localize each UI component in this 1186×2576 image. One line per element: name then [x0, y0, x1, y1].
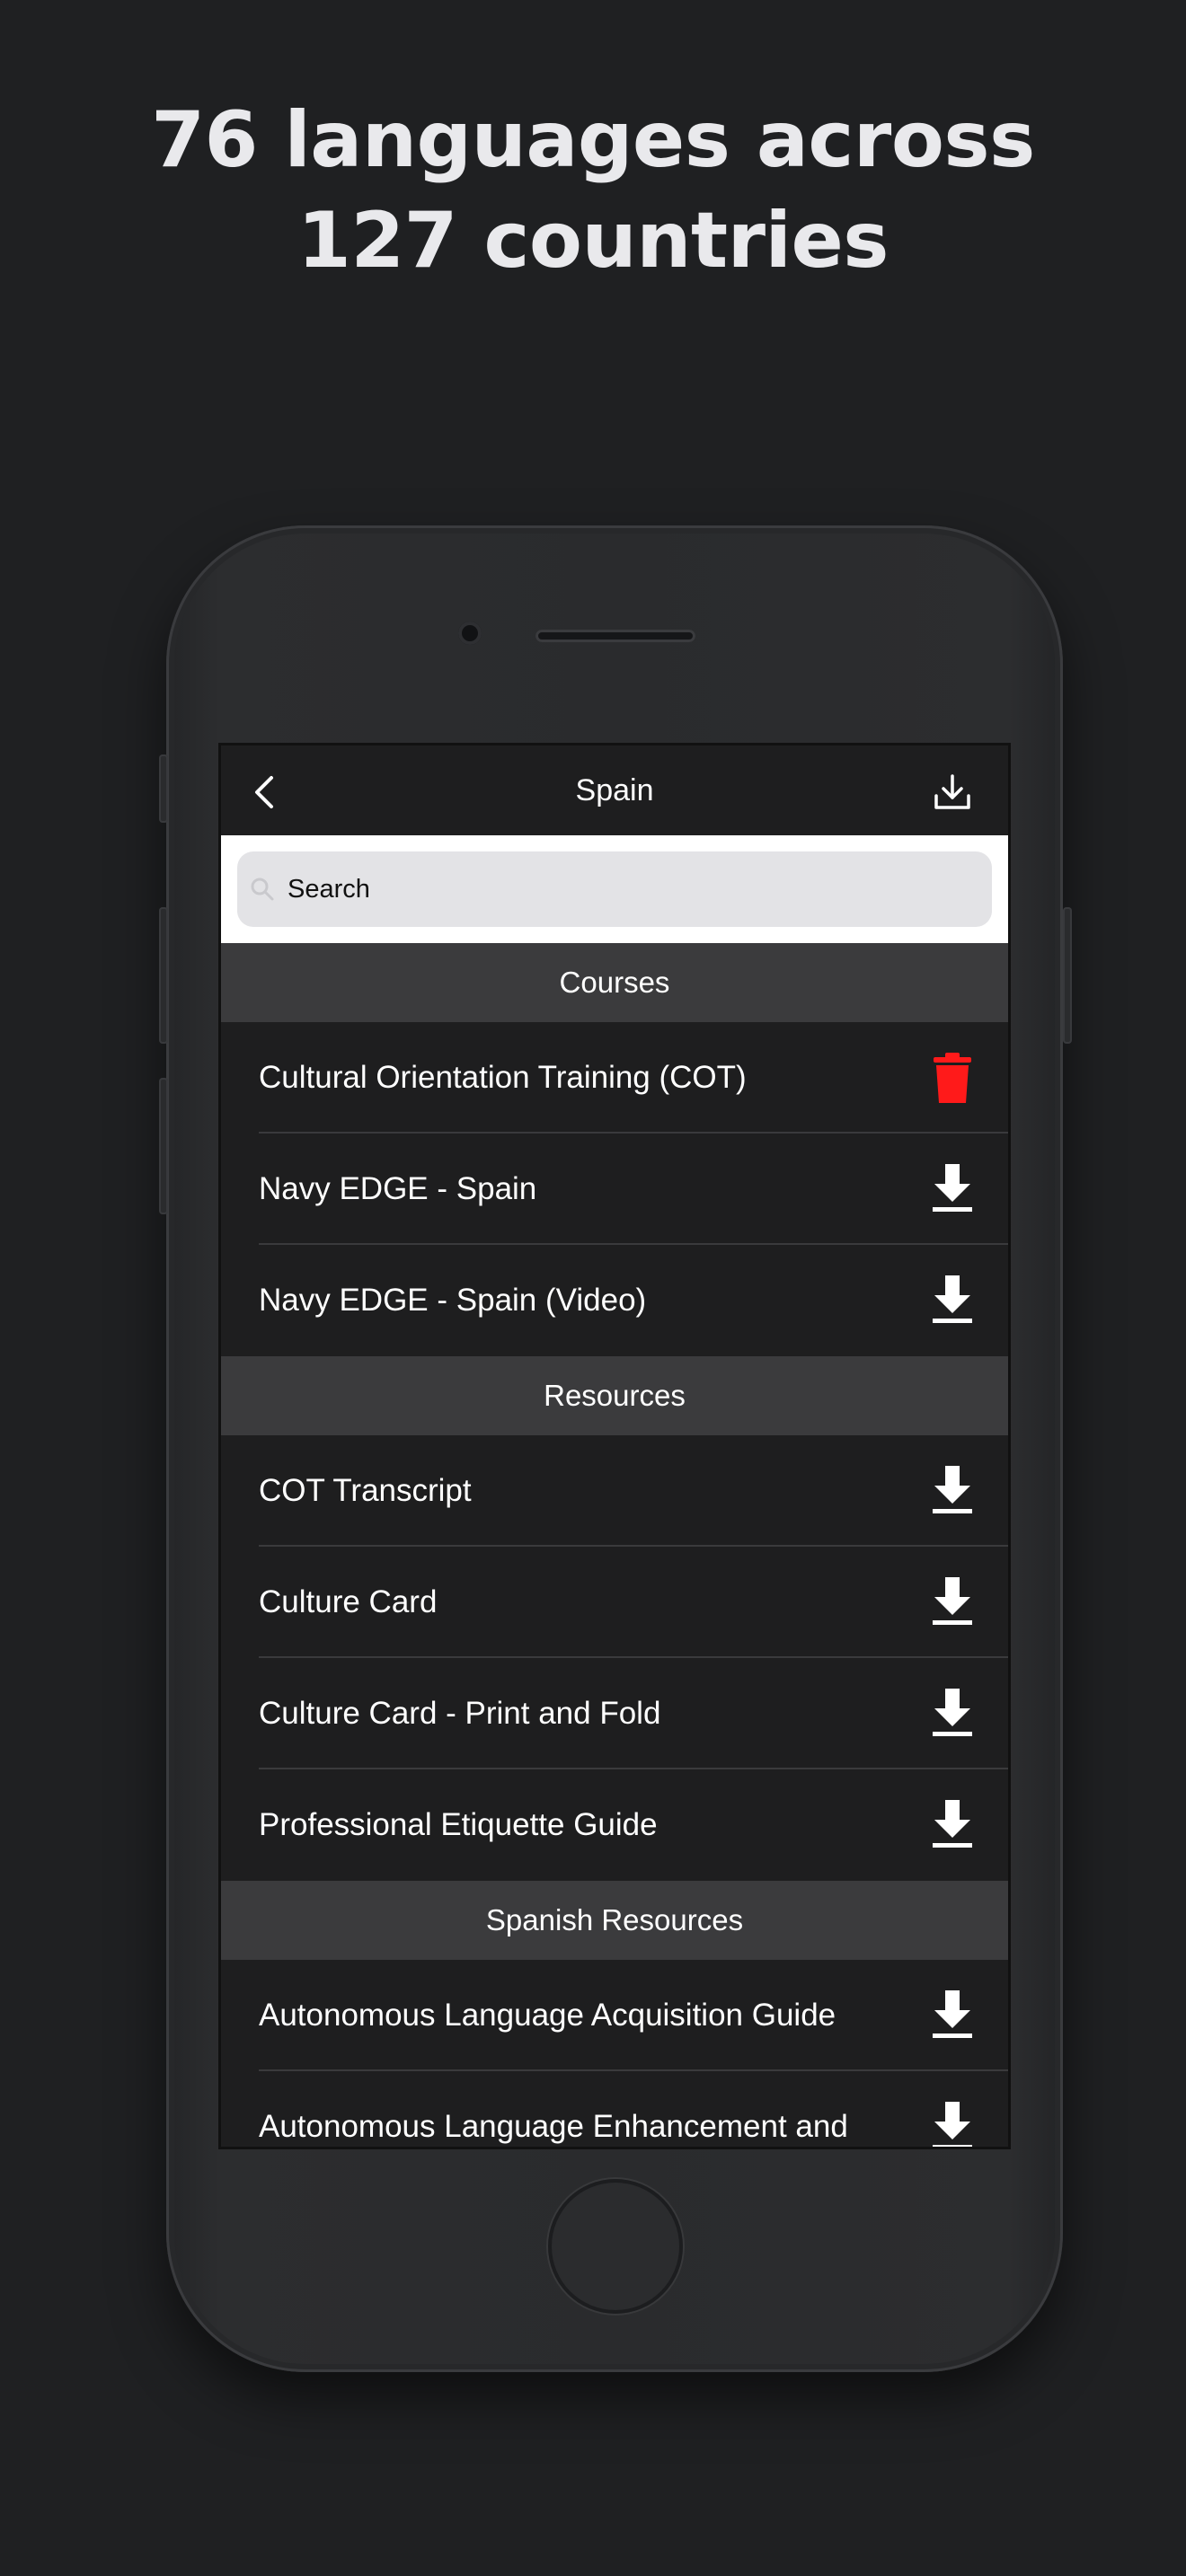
chevron-left-icon: [255, 776, 273, 808]
list-item-label: COT Transcript: [259, 1473, 472, 1508]
download-icon[interactable]: [924, 1796, 981, 1854]
list-item-cot[interactable]: Cultural Orientation Training (COT): [221, 1022, 1008, 1134]
list-item-culture-card[interactable]: Culture Card: [221, 1547, 1008, 1658]
back-button[interactable]: [248, 774, 284, 810]
list-item-enhancement[interactable]: Autonomous Language Enhancement and: [221, 2071, 1008, 2147]
download-icon[interactable]: [924, 1160, 981, 1218]
download-icon[interactable]: [924, 1574, 981, 1631]
list-item-label: Culture Card: [259, 1584, 438, 1619]
page-title: Spain: [575, 772, 654, 807]
download-icon[interactable]: [924, 1685, 981, 1742]
list-item-cot-transcript[interactable]: COT Transcript: [221, 1435, 1008, 1547]
search-bar: Search: [221, 835, 1008, 943]
section-header-resources: Resources: [221, 1356, 1008, 1435]
front-camera: [458, 622, 482, 645]
list-item-etiquette-guide[interactable]: Professional Etiquette Guide: [221, 1769, 1008, 1881]
earpiece-speaker: [535, 630, 695, 642]
download-icon[interactable]: [924, 1987, 981, 2044]
download-icon[interactable]: [924, 2098, 981, 2147]
navigation-bar: Spain: [221, 745, 1008, 835]
download-icon[interactable]: [924, 1462, 981, 1520]
phone-power-button: [1063, 907, 1072, 1044]
search-placeholder: Search: [288, 875, 370, 904]
search-input[interactable]: Search: [237, 851, 992, 927]
list-item-culture-card-print[interactable]: Culture Card - Print and Fold: [221, 1658, 1008, 1769]
promo-headline-line-1: 76 languages across: [151, 95, 1035, 185]
list-item-navy-edge[interactable]: Navy EDGE - Spain: [221, 1134, 1008, 1245]
list-item-navy-edge-video[interactable]: Navy EDGE - Spain (Video): [221, 1245, 1008, 1356]
app-screen: Spain Search Courses Cultural Orientatio…: [221, 745, 1008, 2147]
promo-headline: 76 languages across 127 countries: [0, 90, 1186, 291]
phone-mute-switch: [159, 754, 168, 823]
trash-icon[interactable]: [924, 1049, 981, 1107]
download-icon[interactable]: [924, 1272, 981, 1329]
phone-volume-up: [159, 907, 168, 1044]
list-item-label: Cultural Orientation Training (COT): [259, 1060, 747, 1095]
search-icon: [251, 878, 274, 901]
list-item-label: Navy EDGE - Spain: [259, 1171, 537, 1206]
list-item-label: Autonomous Language Acquisition Guide: [259, 1998, 836, 2033]
list-item-label: Autonomous Language Enhancement and: [259, 2109, 848, 2144]
section-header-spanish-resources: Spanish Resources: [221, 1881, 1008, 1960]
download-tray-icon: [934, 774, 970, 809]
home-button: [548, 2179, 683, 2314]
phone-volume-down: [159, 1078, 168, 1214]
list-item-label: Navy EDGE - Spain (Video): [259, 1283, 647, 1318]
section-header-courses: Courses: [221, 943, 1008, 1022]
list-item-label: Culture Card - Print and Fold: [259, 1696, 661, 1731]
download-all-button[interactable]: [933, 772, 972, 812]
list-item-acquisition-guide[interactable]: Autonomous Language Acquisition Guide: [221, 1960, 1008, 2071]
list-item-label: Professional Etiquette Guide: [259, 1807, 658, 1842]
promo-headline-line-2: 127 countries: [297, 196, 889, 286]
